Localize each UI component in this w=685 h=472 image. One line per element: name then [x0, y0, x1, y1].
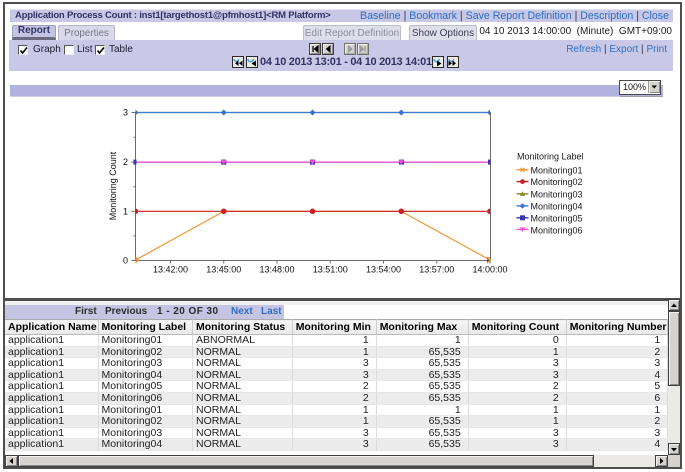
svg-text:Monitoring01: Monitoring01 — [531, 165, 583, 175]
svg-text:13:57:00: 13:57:00 — [419, 265, 454, 275]
svg-text:3: 3 — [123, 108, 128, 118]
svg-text:Monitoring03: Monitoring03 — [531, 189, 583, 199]
svg-text:Monitoring Count: Monitoring Count — [108, 151, 118, 220]
svg-text:13:51:00: 13:51:00 — [313, 265, 348, 275]
svg-text:Monitoring02: Monitoring02 — [531, 177, 583, 187]
svg-text:1: 1 — [123, 206, 128, 216]
svg-text:14:00:00: 14:00:00 — [472, 265, 507, 275]
svg-text:Monitoring05: Monitoring05 — [531, 213, 583, 223]
svg-text:13:42:00: 13:42:00 — [153, 265, 188, 275]
svg-text:13:48:00: 13:48:00 — [259, 265, 294, 275]
svg-text:0: 0 — [123, 256, 128, 266]
svg-text:Monitoring06: Monitoring06 — [531, 225, 583, 235]
svg-text:13:45:00: 13:45:00 — [206, 265, 241, 275]
svg-text:Monitoring04: Monitoring04 — [531, 201, 583, 211]
svg-text:2: 2 — [123, 157, 128, 167]
svg-text:13:54:00: 13:54:00 — [366, 265, 401, 275]
svg-text:Monitoring Label: Monitoring Label — [517, 152, 584, 162]
